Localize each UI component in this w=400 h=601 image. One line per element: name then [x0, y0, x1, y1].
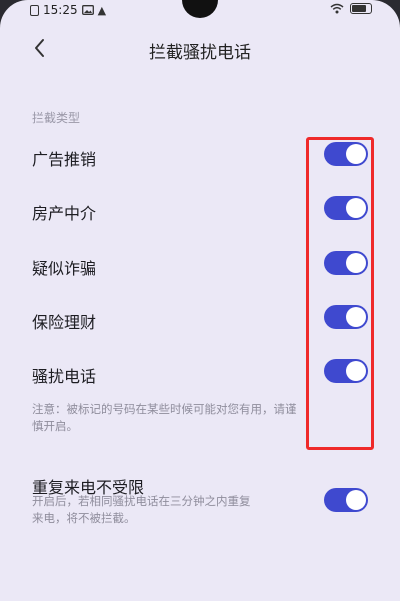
phone-screen: 15:25 ▲ 拦截骚扰电话 拦截类型 广告推销 房产中介 疑似诈骗 保险理财 …: [0, 0, 400, 601]
battery-icon: [350, 3, 372, 14]
setting-row-real-estate[interactable]: 房产中介: [0, 192, 400, 232]
setting-row-ad-promotion[interactable]: 广告推销: [0, 138, 400, 178]
setting-label: 房产中介: [32, 204, 97, 223]
insurance-finance-toggle[interactable]: [324, 305, 368, 329]
suspected-fraud-toggle[interactable]: [324, 251, 368, 275]
wifi-icon: [330, 3, 344, 14]
repeat-call-description: 开启后，若相同骚扰电话在三分钟之内重复 来电，将不被拦截。: [32, 493, 312, 527]
status-right: [330, 3, 372, 14]
sim-card-icon: [30, 4, 39, 16]
description-line: 来电，将不被拦截。: [32, 511, 136, 525]
toggle-knob: [346, 307, 366, 327]
warning-note: 注意：被标记的号码在某些时候可能对您有用，请谨 慎开启。: [32, 401, 362, 435]
warning-note-line: 注意：被标记的号码在某些时候可能对您有用，请谨: [32, 402, 297, 416]
setting-row-suspected-fraud[interactable]: 疑似诈骗: [0, 247, 400, 287]
description-line: 开启后，若相同骚扰电话在三分钟之内重复: [32, 494, 251, 508]
status-left: 15:25 ▲: [30, 3, 106, 17]
harassment-call-toggle[interactable]: [324, 359, 368, 383]
status-time: 15:25: [43, 3, 78, 17]
setting-row-insurance-finance[interactable]: 保险理财: [0, 301, 400, 341]
ad-promotion-toggle[interactable]: [324, 142, 368, 166]
repeat-call-toggle[interactable]: [324, 488, 368, 512]
toggle-knob: [346, 253, 366, 273]
toggle-knob: [346, 490, 366, 510]
setting-label: 保险理财: [32, 313, 97, 332]
setting-label: 广告推销: [32, 150, 97, 169]
warning-note-line: 慎开启。: [32, 419, 78, 433]
setting-label: 疑似诈骗: [32, 259, 97, 278]
toggle-knob: [346, 198, 366, 218]
toggle-knob: [346, 144, 366, 164]
nav-bar: 拦截骚扰电话: [0, 28, 400, 68]
real-estate-toggle[interactable]: [324, 196, 368, 220]
setting-label: 骚扰电话: [32, 367, 97, 386]
setting-row-harassment-call[interactable]: 骚扰电话: [0, 355, 400, 395]
picture-icon: [81, 5, 94, 15]
page-title: 拦截骚扰电话: [149, 43, 251, 63]
section-label: 拦截类型: [32, 111, 81, 125]
notification-icon: ▲: [97, 3, 107, 17]
toggle-knob: [346, 361, 366, 381]
